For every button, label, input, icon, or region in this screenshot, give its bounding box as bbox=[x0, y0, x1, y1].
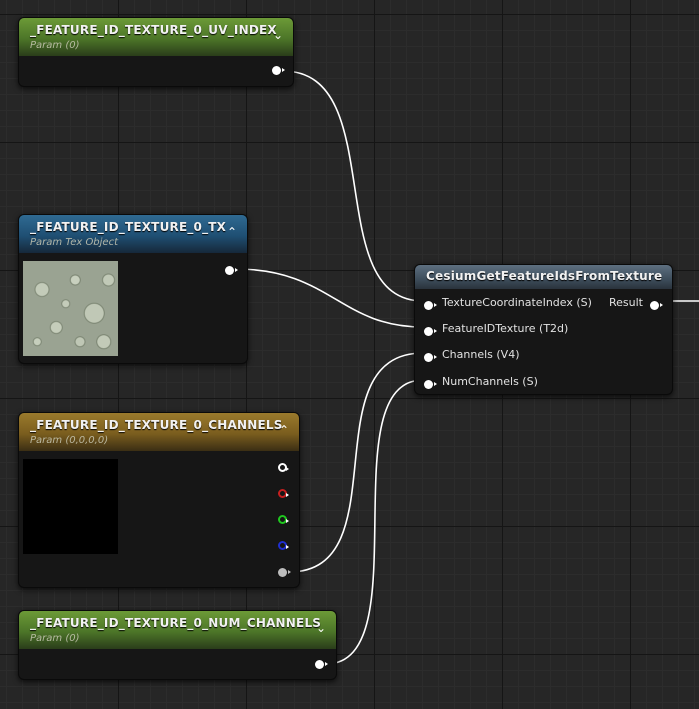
node-title: CesiumGetFeatureIdsFromTexture bbox=[426, 269, 663, 283]
node-title: _FEATURE_ID_TEXTURE_0_NUM_CHANNELS bbox=[30, 616, 322, 630]
output-label-result: Result bbox=[609, 296, 643, 309]
input-pin-channels[interactable] bbox=[424, 353, 437, 362]
output-pin-green[interactable] bbox=[278, 515, 289, 524]
chevron-up-icon[interactable]: ⌃ bbox=[225, 225, 239, 239]
node-uv-index[interactable]: _FEATURE_ID_TEXTURE_0_UV_INDEX Param (0)… bbox=[18, 17, 294, 87]
color-preview bbox=[23, 459, 118, 554]
output-pin-rgb[interactable] bbox=[278, 463, 289, 472]
output-pin-red[interactable] bbox=[278, 489, 289, 498]
input-label-numchannels: NumChannels (S) bbox=[442, 375, 538, 388]
output-pin-alpha[interactable] bbox=[278, 568, 291, 577]
input-label-featuretexture: FeatureIDTexture (T2d) bbox=[442, 322, 569, 335]
node-subtitle: Param (0,0,0,0) bbox=[30, 435, 109, 446]
node-subtitle: Param (0) bbox=[30, 633, 80, 644]
node-num-channels[interactable]: _FEATURE_ID_TEXTURE_0_NUM_CHANNELS Param… bbox=[18, 610, 337, 680]
node-header[interactable]: _FEATURE_ID_TEXTURE_0_TX Param Tex Objec… bbox=[19, 215, 247, 253]
node-subtitle: Param Tex Object bbox=[30, 237, 119, 248]
node-subtitle: Param (0) bbox=[30, 40, 80, 51]
node-channels[interactable]: _FEATURE_ID_TEXTURE_0_CHANNELS Param (0,… bbox=[18, 412, 300, 588]
node-header[interactable]: CesiumGetFeatureIdsFromTexture bbox=[415, 265, 672, 289]
node-header[interactable]: _FEATURE_ID_TEXTURE_0_CHANNELS Param (0,… bbox=[19, 413, 299, 451]
node-header[interactable]: _FEATURE_ID_TEXTURE_0_UV_INDEX Param (0)… bbox=[19, 18, 293, 56]
output-pin-result[interactable] bbox=[650, 301, 663, 310]
output-pin[interactable] bbox=[225, 266, 238, 275]
node-texture-object[interactable]: _FEATURE_ID_TEXTURE_0_TX Param Tex Objec… bbox=[18, 214, 248, 364]
texture-preview bbox=[23, 261, 118, 356]
chevron-up-icon[interactable]: ⌃ bbox=[277, 423, 291, 437]
wire-uv-to-texcoord bbox=[282, 70, 424, 302]
chevron-down-icon[interactable]: ⌄ bbox=[314, 621, 328, 635]
input-label-texcoord: TextureCoordinateIndex (S) bbox=[442, 296, 592, 309]
wire-tx-to-featuretexture bbox=[235, 268, 424, 328]
node-title: _FEATURE_ID_TEXTURE_0_TX bbox=[30, 220, 227, 234]
chevron-down-icon[interactable]: ⌄ bbox=[271, 28, 285, 42]
input-pin-texcoord[interactable] bbox=[424, 301, 437, 310]
node-cesium-get-feature-ids[interactable]: CesiumGetFeatureIdsFromTexture TextureCo… bbox=[414, 264, 673, 395]
input-label-channels: Channels (V4) bbox=[442, 348, 520, 361]
node-header[interactable]: _FEATURE_ID_TEXTURE_0_NUM_CHANNELS Param… bbox=[19, 611, 336, 649]
output-pin[interactable] bbox=[272, 66, 285, 75]
node-title: _FEATURE_ID_TEXTURE_0_CHANNELS bbox=[30, 418, 283, 432]
node-title: _FEATURE_ID_TEXTURE_0_UV_INDEX bbox=[30, 23, 277, 37]
output-pin-blue[interactable] bbox=[278, 541, 289, 550]
input-pin-numchannels[interactable] bbox=[424, 380, 437, 389]
wire-numchannels-to-numchannels bbox=[325, 379, 424, 665]
input-pin-featuretexture[interactable] bbox=[424, 327, 437, 336]
output-pin[interactable] bbox=[315, 660, 328, 669]
